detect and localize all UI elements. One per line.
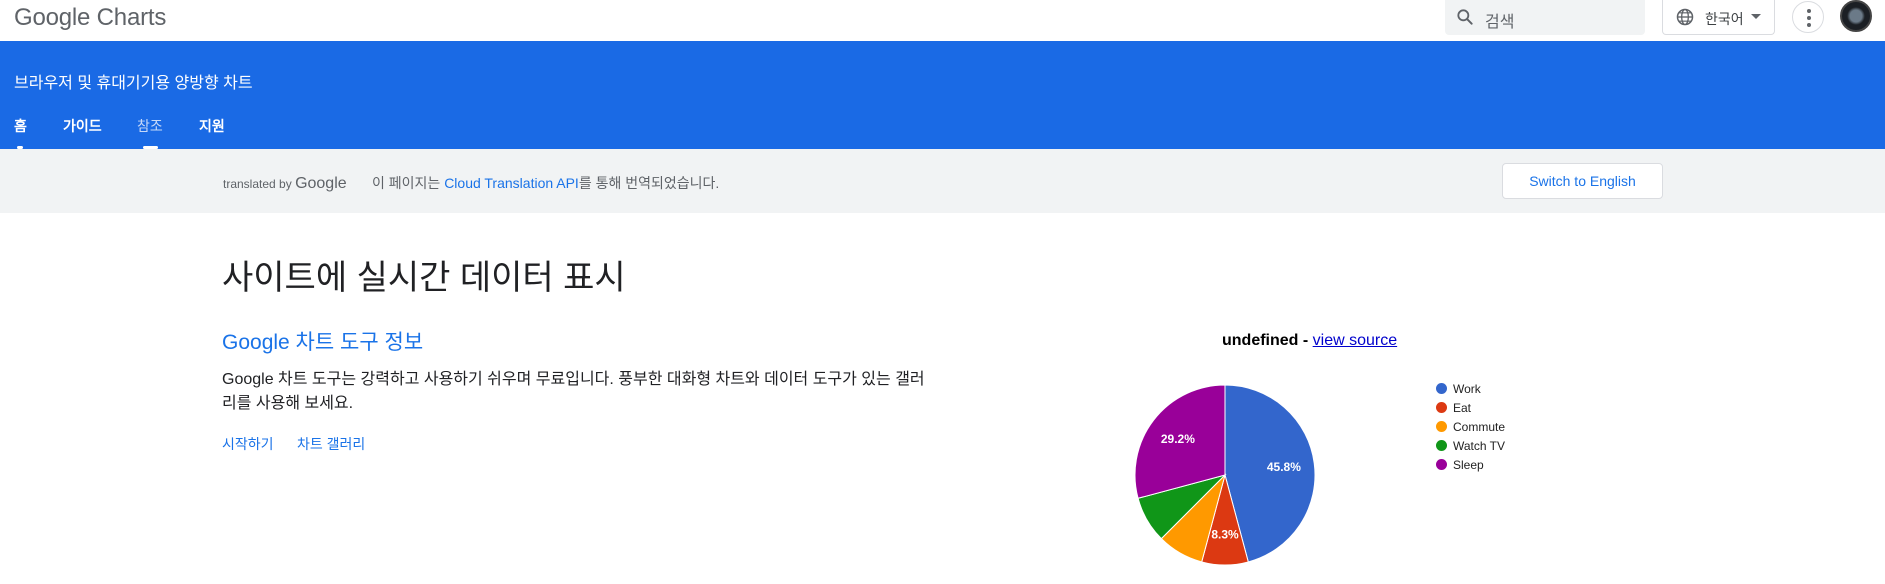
tab-support[interactable]: 지원: [199, 116, 225, 136]
translated-by-text: translated by: [223, 177, 292, 191]
legend-label: Commute: [1453, 420, 1506, 434]
legend-swatch: [1436, 440, 1447, 451]
more-dot-icon: [1807, 16, 1811, 20]
pie-chart[interactable]: 45.8% 8.3% 29.2%: [1125, 375, 1325, 575]
avatar[interactable]: [1840, 0, 1872, 32]
more-dot-icon: [1807, 9, 1811, 13]
legend-swatch: [1436, 421, 1447, 432]
language-label: 한국어: [1705, 11, 1744, 27]
site-logo[interactable]: Google Charts: [14, 4, 166, 32]
view-source-link[interactable]: view source: [1313, 332, 1397, 349]
tab-home[interactable]: 홈: [14, 116, 27, 136]
translation-message: 이 페이지는 Cloud Translation API를 통해 번역되었습니다…: [372, 173, 719, 193]
search-placeholder: 검색: [1485, 14, 1515, 31]
translation-banner: translated by Google 이 페이지는 Cloud Transl…: [0, 149, 1885, 213]
tab-guide[interactable]: 가이드: [63, 116, 102, 136]
legend-label: Work: [1453, 382, 1481, 396]
translation-msg-suffix: 를 통해 번역되었습니다.: [578, 175, 720, 191]
chart-title-text: undefined: [1222, 332, 1299, 349]
legend-label: Eat: [1453, 401, 1472, 415]
site-subtitle: 브라우저 및 휴대기기용 양방향 차트: [14, 75, 253, 92]
globe-icon: [1676, 8, 1694, 26]
search-icon: [1457, 9, 1473, 25]
switch-to-english-button[interactable]: Switch to English: [1502, 163, 1663, 199]
section-title[interactable]: Google 차트 도구 정보: [222, 326, 423, 356]
more-options-button[interactable]: [1792, 1, 1824, 33]
more-dot-icon: [1807, 23, 1811, 27]
legend-swatch: [1436, 459, 1447, 470]
legend-label: Watch TV: [1453, 439, 1506, 453]
legend-swatch: [1436, 383, 1447, 394]
translated-by-label: translated by Google: [223, 175, 347, 193]
tab-reference[interactable]: 참조: [137, 116, 163, 136]
translation-msg-prefix: 이 페이지는: [372, 175, 441, 191]
google-logo: Google: [295, 175, 347, 192]
pie-slice-label: 8.3%: [1211, 527, 1239, 541]
chart-title: undefined - view source: [1222, 332, 1397, 350]
legend-label: Sleep: [1453, 458, 1484, 472]
chart-title-separator: -: [1298, 332, 1313, 349]
intro-paragraph: Google 차트 도구는 강력하고 사용하기 쉬우며 무료입니다. 풍부한 대…: [222, 371, 925, 412]
legend-swatch: [1436, 402, 1447, 413]
chevron-down-icon: [1751, 14, 1761, 19]
site-header: 브라우저 및 휴대기기용 양방향 차트 홈 가이드 참조 지원: [0, 41, 1885, 149]
pie-slice-label: 29.2%: [1161, 432, 1195, 446]
top-bar: Google Charts 검색 한국어: [0, 0, 1885, 41]
chart-gallery-link[interactable]: 차트 갤러리: [297, 434, 365, 454]
language-selector[interactable]: 한국어: [1662, 0, 1775, 35]
pie-slice-label: 45.8%: [1267, 460, 1301, 474]
search-box[interactable]: 검색: [1445, 0, 1645, 35]
cloud-translation-link[interactable]: Cloud Translation API: [444, 175, 579, 191]
get-started-link[interactable]: 시작하기: [222, 434, 274, 454]
page-title: 사이트에 실시간 데이터 표시: [222, 259, 626, 297]
